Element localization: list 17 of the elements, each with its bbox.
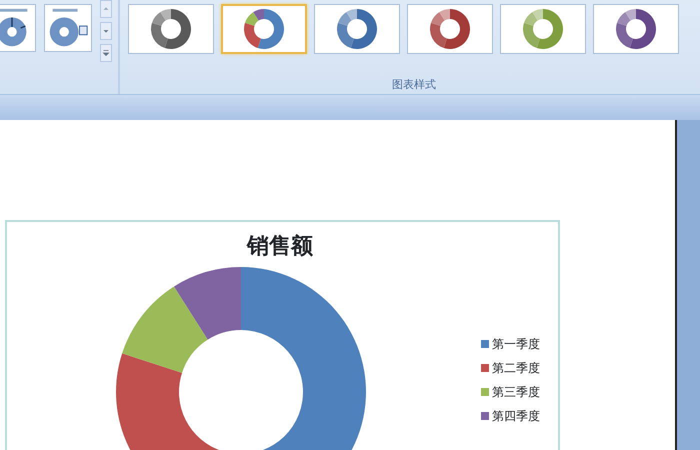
- legend-label: 第一季度: [492, 336, 540, 353]
- chart-title: 销售额: [247, 232, 313, 261]
- group-label: 图表样式: [391, 76, 437, 92]
- chart-style-thumbnail[interactable]: [314, 4, 400, 54]
- gallery-more-icon[interactable]: [100, 44, 112, 62]
- chart-style-thumbnail[interactable]: [500, 4, 586, 54]
- chart-area[interactable]: 销售额 第一季度 第二季度 第三季度 第四季度: [5, 220, 560, 450]
- legend-label: 第二季度: [492, 360, 540, 377]
- legend-label: 第三季度: [492, 384, 540, 401]
- chart-layout-icon[interactable]: [44, 4, 92, 52]
- scroll-down-icon[interactable]: [100, 22, 112, 40]
- chart-style-thumbnail[interactable]: [128, 4, 214, 54]
- chart-style-thumbnail[interactable]: [593, 4, 679, 54]
- legend-label: 第四季度: [492, 408, 540, 425]
- chart-layout-icon[interactable]: [0, 4, 36, 52]
- chart-style-thumbnail[interactable]: [221, 4, 307, 54]
- chart-style-thumbnail[interactable]: [407, 4, 493, 54]
